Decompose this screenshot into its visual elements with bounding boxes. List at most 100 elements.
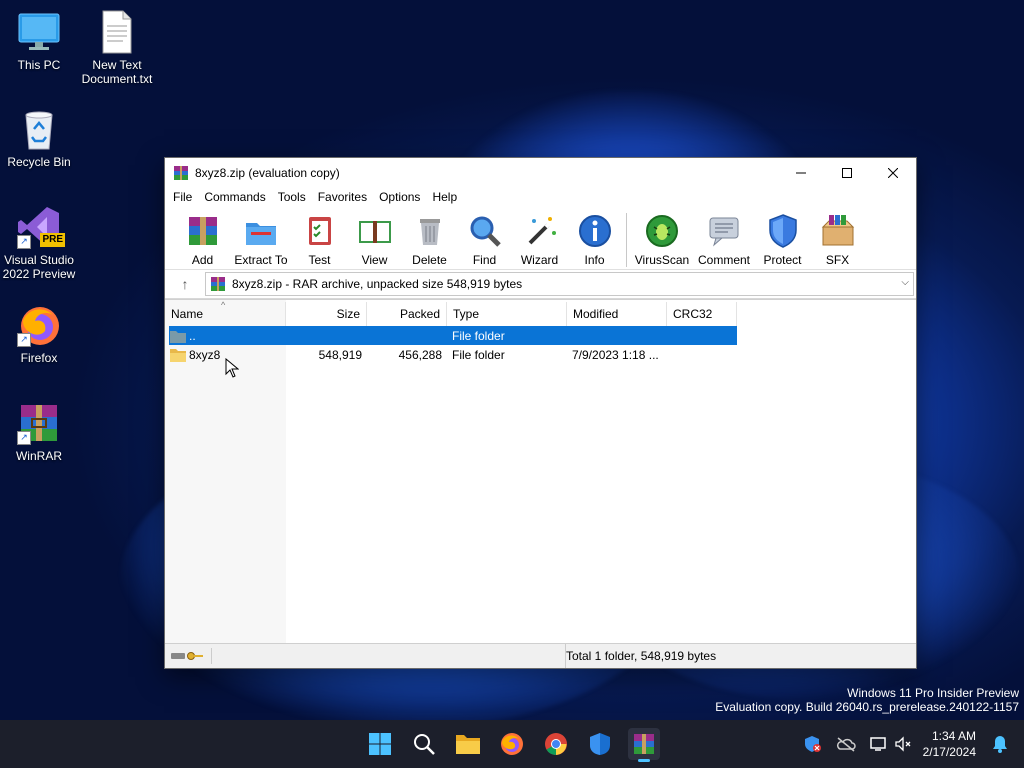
column-modified[interactable]: Modified: [567, 302, 667, 326]
key-icon[interactable]: [187, 651, 203, 661]
mouse-cursor-icon: [225, 358, 239, 378]
shield-icon: [768, 214, 797, 248]
test-clipboard-icon: [308, 217, 331, 245]
status-summary: Total 1 folder, 548,919 bytes: [566, 649, 717, 663]
title-bar[interactable]: 8xyz8.zip (evaluation copy): [165, 158, 916, 187]
windows-logo-icon: [369, 733, 391, 755]
winrar-window: 8xyz8.zip (evaluation copy) File Command…: [164, 157, 917, 669]
magic-wand-icon: [528, 217, 556, 245]
wizard-label: Wizard: [520, 253, 559, 267]
desktop-icon-this-pc[interactable]: This PC: [1, 10, 77, 72]
volume-muted-icon[interactable]: [894, 736, 912, 752]
recycle-bin-icon: [17, 107, 61, 151]
toolbar-separator: [626, 213, 627, 267]
close-button[interactable]: [870, 158, 916, 187]
network-icon[interactable]: [870, 736, 888, 752]
column-name-label: Name: [171, 307, 204, 321]
search-button[interactable]: [408, 728, 440, 760]
protect-label: Protect: [763, 253, 802, 267]
comment-label: Comment: [697, 253, 750, 267]
shortcut-arrow-icon: ↗: [17, 235, 31, 249]
security-taskbar-button[interactable]: [584, 728, 616, 760]
table-row[interactable]: 8xyz8 548,919 456,288 File folder 7/9/20…: [169, 345, 737, 364]
winrar-app-icon: [174, 165, 188, 180]
desktop-icon-firefox[interactable]: ↗ Firefox: [1, 303, 77, 365]
view-label: View: [361, 253, 388, 267]
virusscan-button[interactable]: VirusScan: [631, 207, 693, 267]
address-text: 8xyz8.zip - RAR archive, unpacked size 5…: [232, 277, 523, 291]
drive-icon[interactable]: [171, 652, 185, 660]
comment-button[interactable]: Comment: [693, 207, 755, 267]
sfx-button[interactable]: SFX: [810, 207, 865, 267]
delete-button[interactable]: Delete: [402, 207, 457, 267]
chrome-taskbar-button[interactable]: [540, 728, 572, 760]
clock[interactable]: 1:34 AM 2/17/2024: [923, 728, 976, 760]
info-button[interactable]: Info: [567, 207, 622, 267]
watermark-line-2: Evaluation copy. Build 26040.rs_prerelea…: [715, 700, 1019, 714]
desktop-icon-winrar[interactable]: ↗ WinRAR: [1, 401, 77, 463]
add-label: Add: [191, 253, 214, 267]
table-row[interactable]: .. File folder: [169, 326, 737, 345]
menu-commands[interactable]: Commands: [198, 190, 271, 204]
column-modified-label: Modified: [573, 307, 619, 321]
desktop-icon-label: New Text Document.txt: [81, 58, 153, 86]
protect-button[interactable]: Protect: [755, 207, 810, 267]
menu-help[interactable]: Help: [426, 190, 463, 204]
status-icons: [165, 648, 212, 664]
minimize-button[interactable]: [778, 158, 824, 187]
view-button[interactable]: View: [347, 207, 402, 267]
shield-icon: [590, 733, 610, 755]
desktop-icon-label: Recycle Bin: [7, 155, 71, 169]
archive-icon: [211, 277, 225, 291]
wizard-button[interactable]: Wizard: [512, 207, 567, 267]
column-crc32[interactable]: CRC32: [667, 302, 737, 326]
folder-icon: [456, 735, 480, 754]
find-button[interactable]: Find: [457, 207, 512, 267]
onedrive-offline-icon[interactable]: [836, 736, 856, 752]
chrome-icon: [545, 733, 567, 755]
menu-options[interactable]: Options: [373, 190, 426, 204]
address-combo[interactable]: 8xyz8.zip - RAR archive, unpacked size 5…: [205, 272, 914, 296]
start-button[interactable]: [364, 728, 396, 760]
desktop-icon-text-document[interactable]: New Text Document.txt: [79, 10, 155, 86]
column-size[interactable]: Size: [286, 302, 367, 326]
arrow-up-icon: ↑: [181, 276, 189, 292]
system-tray: [800, 720, 912, 768]
desktop-icon-visual-studio[interactable]: PRE ↗ Visual Studio 2022 Preview: [1, 205, 77, 281]
column-type[interactable]: Type: [447, 302, 567, 326]
trash-icon: [419, 219, 440, 245]
menu-tools[interactable]: Tools: [272, 190, 312, 204]
column-packed[interactable]: Packed: [367, 302, 447, 326]
monitor-icon: [17, 10, 61, 54]
desktop-icon-label: Visual Studio 2022 Preview: [2, 253, 76, 281]
shortcut-arrow-icon: ↗: [17, 431, 31, 445]
chevron-down-icon[interactable]: ⌵: [901, 277, 909, 288]
menu-file[interactable]: File: [167, 190, 198, 204]
firefox-taskbar-button[interactable]: [496, 728, 528, 760]
file-explorer-button[interactable]: [452, 728, 484, 760]
test-button[interactable]: Test: [292, 207, 347, 267]
notifications-button[interactable]: [984, 728, 1016, 760]
desktop-icon-label: Firefox: [20, 351, 58, 365]
up-one-level-button[interactable]: ↑: [165, 276, 205, 292]
visual-studio-icon: PRE ↗: [17, 205, 65, 249]
pre-badge: PRE: [40, 233, 65, 247]
maximize-button[interactable]: [824, 158, 870, 187]
file-list[interactable]: Name ^ Size Packed Type Modified CRC32 ..…: [165, 299, 916, 643]
delete-label: Delete: [412, 253, 447, 267]
shortcut-arrow-icon: ↗: [17, 333, 31, 347]
menu-favorites[interactable]: Favorites: [312, 190, 373, 204]
column-header: Name ^ Size Packed Type Modified CRC32: [165, 300, 737, 326]
desktop-icon-label: WinRAR: [15, 449, 62, 463]
text-file-icon: [95, 10, 139, 54]
column-name[interactable]: Name ^: [165, 300, 286, 326]
defender-warning-icon[interactable]: [804, 735, 822, 753]
row-type: File folder: [452, 328, 505, 343]
add-button[interactable]: Add: [175, 207, 230, 267]
desktop-icon-recycle-bin[interactable]: Recycle Bin: [1, 107, 77, 169]
desktop-icon-label: This PC: [17, 58, 61, 72]
row-packed: 456,288: [398, 347, 442, 362]
winrar-taskbar-button[interactable]: [628, 728, 660, 762]
extract-to-button[interactable]: Extract To: [230, 207, 292, 267]
info-label: Info: [584, 253, 605, 267]
